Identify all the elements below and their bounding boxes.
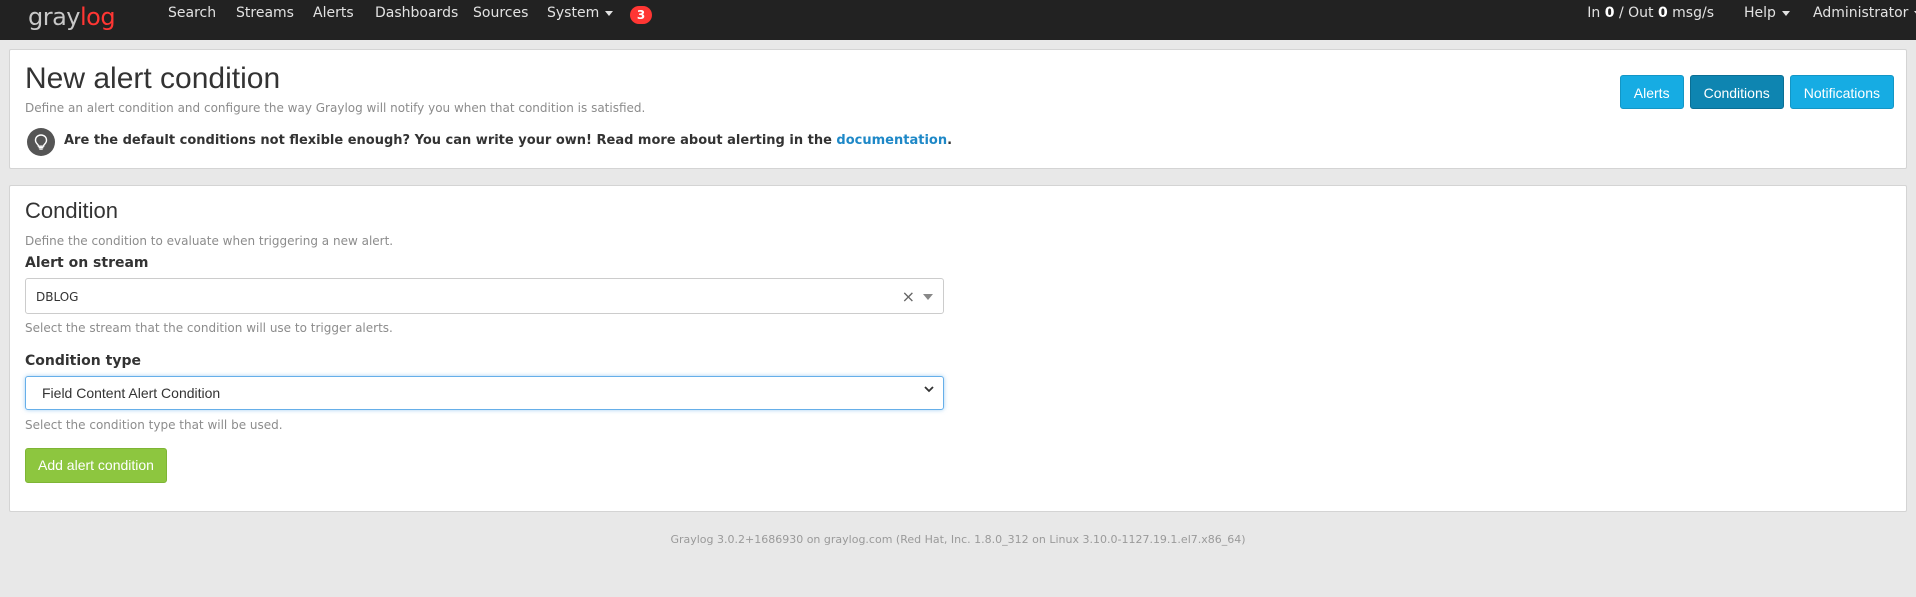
nav-help-label: Help (1744, 5, 1776, 21)
condition-type-label: Condition type (25, 353, 141, 369)
alerts-nav-button-group: Alerts Conditions Notifications (1619, 75, 1894, 109)
alerts-button[interactable]: Alerts (1619, 75, 1684, 109)
tip-text: Are the default conditions not flexible … (64, 133, 832, 148)
nav-sources[interactable]: Sources (473, 5, 528, 21)
nav-user-dropdown[interactable]: Administrator (1813, 5, 1916, 21)
throughput-in-label: In (1587, 5, 1601, 21)
chevron-down-icon (923, 383, 935, 399)
caret-down-icon (605, 10, 614, 16)
stream-label: Alert on stream (25, 255, 149, 271)
throughput-in-value: 0 (1604, 5, 1615, 21)
notifications-button[interactable]: Notifications (1789, 75, 1894, 109)
tip-end: . (947, 133, 953, 148)
graylog-logo[interactable]: graylog (28, 3, 116, 31)
nav-search[interactable]: Search (168, 5, 216, 21)
clear-icon[interactable]: × (902, 287, 915, 306)
documentation-link[interactable]: documentation (836, 133, 947, 148)
stream-select[interactable]: DBLOG × (25, 278, 944, 314)
custom-conditions-tip: Are the default conditions not flexible … (64, 133, 952, 148)
stream-help-text: Select the stream that the condition wil… (25, 321, 393, 335)
throughput-unit: msg/s (1672, 5, 1714, 21)
add-alert-condition-button[interactable]: Add alert condition (25, 448, 167, 483)
footer-version-info: Graylog 3.0.2+1686930 on graylog.com (Re… (670, 533, 1246, 546)
caret-down-icon (1781, 10, 1790, 16)
page-subtitle: Define an alert condition and configure … (25, 101, 646, 115)
nav-dashboards[interactable]: Dashboards (375, 5, 458, 21)
nav-system-label: System (547, 5, 600, 21)
page-title: New alert condition (25, 62, 281, 95)
nav-system-dropdown[interactable]: System (547, 5, 614, 21)
nav-help-dropdown[interactable]: Help (1744, 5, 1790, 21)
top-navbar: graylog Search Streams Alerts Dashboards… (0, 0, 1916, 40)
chevron-down-icon[interactable] (923, 294, 933, 300)
notification-badge[interactable]: 3 (630, 6, 652, 24)
throughput-indicator: In 0 / Out 0 msg/s (1587, 5, 1714, 21)
condition-type-selected-value: Field Content Alert Condition (42, 385, 221, 401)
conditions-button[interactable]: Conditions (1689, 75, 1784, 109)
condition-section-title: Condition (25, 198, 118, 223)
nav-user-label: Administrator (1813, 5, 1909, 21)
condition-panel: Condition Define the condition to evalua… (9, 185, 1907, 512)
throughput-separator: / Out (1618, 5, 1654, 21)
lightbulb-icon (27, 128, 55, 156)
throughput-out-value: 0 (1657, 5, 1668, 21)
condition-type-help-text: Select the condition type that will be u… (25, 418, 283, 432)
logo-part-red: log (80, 3, 116, 31)
condition-section-subtitle: Define the condition to evaluate when tr… (25, 234, 394, 248)
nav-alerts[interactable]: Alerts (313, 5, 354, 21)
stream-selected-value: DBLOG (36, 290, 79, 304)
condition-type-select[interactable]: Field Content Alert Condition (25, 376, 944, 410)
page-header-panel: New alert condition Define an alert cond… (9, 49, 1907, 169)
logo-part-gray: gray (28, 3, 81, 31)
nav-streams[interactable]: Streams (236, 5, 294, 21)
